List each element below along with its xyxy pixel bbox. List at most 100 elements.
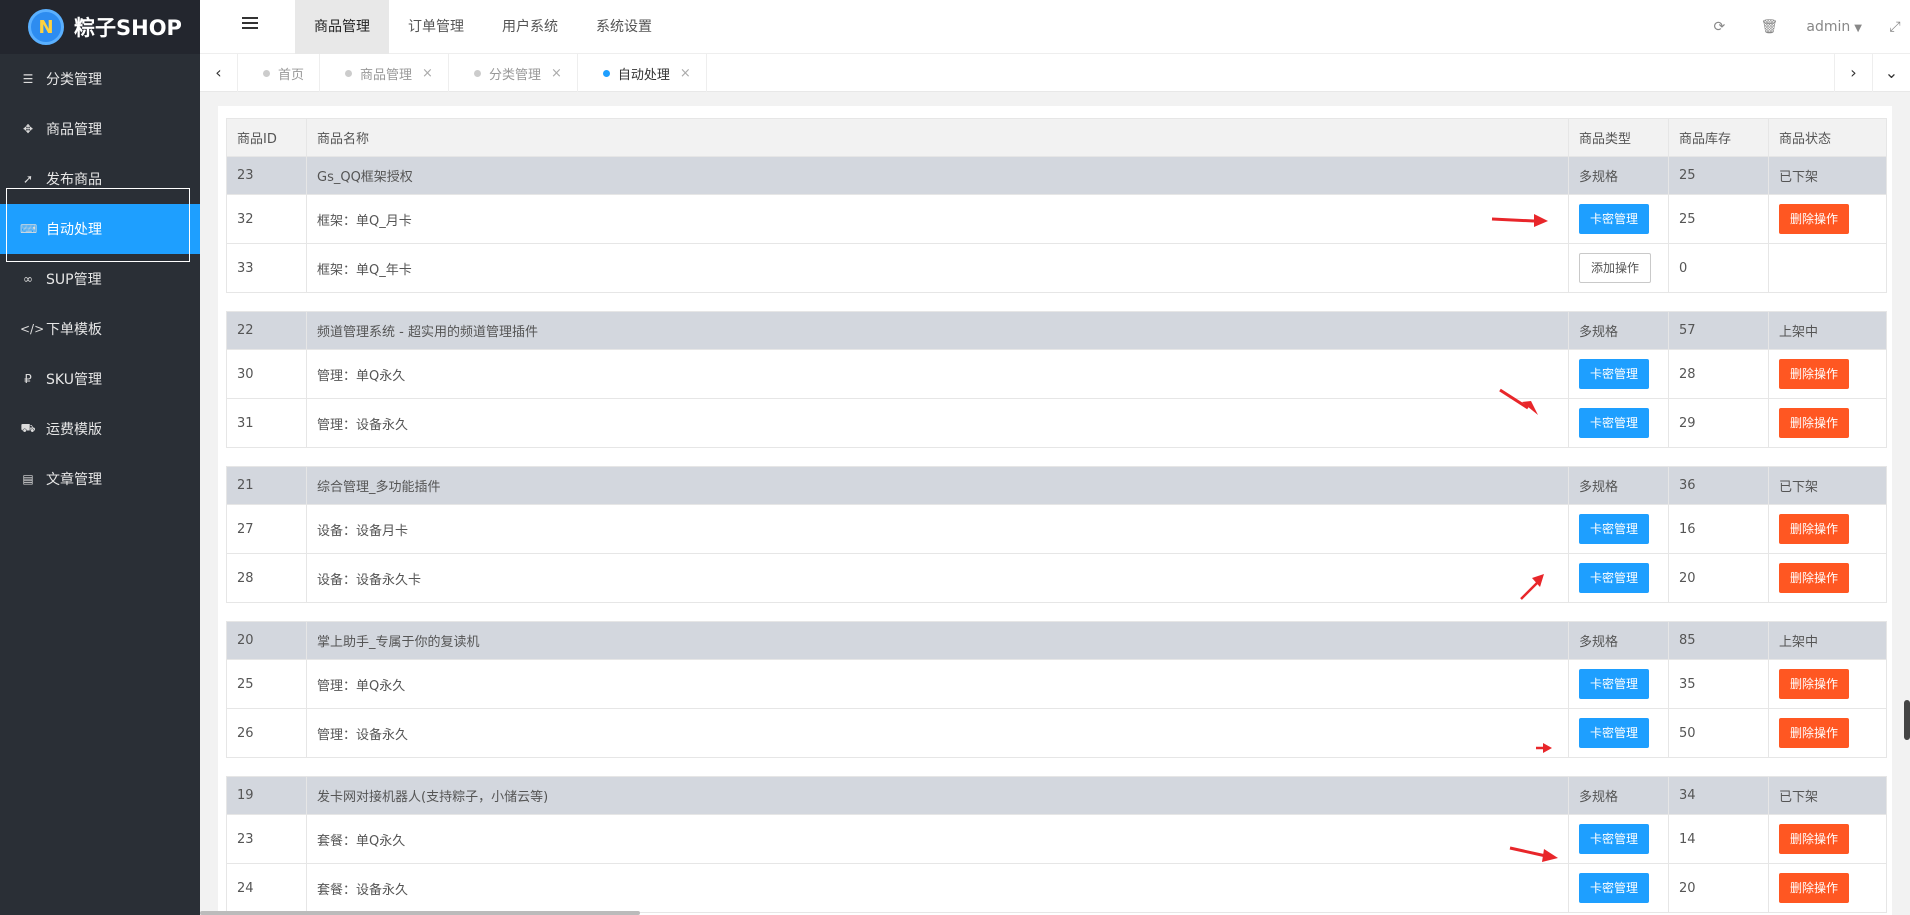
- column-header: 商品名称: [306, 118, 1569, 157]
- tabs-scroll-left-icon[interactable]: ‹: [200, 54, 238, 92]
- sidebar-item-6[interactable]: ₽ SKU管理: [0, 354, 200, 404]
- spacer-cell: [1568, 447, 1669, 467]
- sku-row: 30 管理：单Q永久 卡密管理 28 删除操作: [226, 349, 1887, 399]
- delete-button[interactable]: 删除操作: [1779, 873, 1850, 903]
- refresh-icon[interactable]: ⟳: [1694, 19, 1744, 35]
- delete-button[interactable]: 删除操作: [1779, 204, 1850, 234]
- spacer-cell: [306, 602, 1569, 622]
- annotation-arrow-icon: [1491, 214, 1548, 227]
- sku-name: 管理：设备永久: [306, 398, 1569, 448]
- product-type: 多规格: [1568, 311, 1669, 350]
- card-manage-button[interactable]: 卡密管理: [1579, 669, 1650, 699]
- vertical-scrollbar[interactable]: [1904, 700, 1910, 740]
- delete-button[interactable]: 删除操作: [1779, 359, 1850, 389]
- sidebar-item-1[interactable]: ✥ 商品管理: [0, 104, 200, 154]
- product-name: Gs_QQ框架授权: [306, 156, 1569, 195]
- sidebar-item-5[interactable]: </> 下单模板: [0, 304, 200, 354]
- card-manage-button[interactable]: 卡密管理: [1579, 563, 1650, 593]
- page-tab-2[interactable]: 分类管理 ×: [449, 54, 578, 92]
- logo[interactable]: N 粽子SHOP: [0, 0, 200, 54]
- product-type: 多规格: [1568, 776, 1669, 815]
- sidebar-item-0[interactable]: ☰ 分类管理: [0, 54, 200, 104]
- sidebar-item-3[interactable]: ⌨ 自动处理: [0, 204, 200, 254]
- tabs-menu-icon[interactable]: ⌄: [1872, 54, 1910, 92]
- close-icon[interactable]: ×: [422, 66, 433, 81]
- tab-dot-icon: [473, 69, 481, 77]
- top-tab-0[interactable]: 商品管理: [295, 0, 389, 54]
- sku-op-cell: [1768, 243, 1887, 293]
- close-icon[interactable]: ×: [551, 66, 562, 81]
- card-manage-button[interactable]: 卡密管理: [1579, 204, 1650, 234]
- card-manage-button[interactable]: 卡密管理: [1579, 824, 1650, 854]
- product-id: 22: [226, 311, 307, 350]
- tab-dot-icon: [345, 69, 353, 77]
- horizontal-scrollbar[interactable]: [200, 911, 640, 915]
- keyboard-icon: ⌨: [20, 222, 38, 236]
- sidebar-item-7[interactable]: ⛟ 运费模版: [0, 404, 200, 454]
- table-header-row: 商品ID 商品名称 商品类型 商品库存 商品状态: [226, 118, 1887, 157]
- product-id: 19: [226, 776, 307, 815]
- page-tab-1[interactable]: 商品管理 ×: [320, 54, 449, 92]
- sidebar-item-4[interactable]: ∞ SUP管理: [0, 254, 200, 304]
- column-header: 商品状态: [1768, 118, 1887, 157]
- card-manage-button[interactable]: 卡密管理: [1579, 718, 1650, 748]
- page-tab-label: 商品管理: [360, 67, 413, 83]
- sku-id: 26: [226, 708, 307, 758]
- sidebar-menu: ☰ 分类管理 ✥ 商品管理 ➚ 发布商品 ⌨ 自动处理 ∞ SUP管理 </> 下单模板 ₽ SKU管理 ⛟…: [0, 54, 200, 504]
- user-menu[interactable]: admin ▼: [1794, 19, 1880, 35]
- list-icon: ☰: [22, 72, 34, 86]
- truck-icon: ⛟: [20, 421, 36, 435]
- sku-id: 27: [226, 504, 307, 554]
- product-stock: 36: [1668, 466, 1769, 505]
- sidebar-item-label: SKU管理: [46, 372, 102, 388]
- sku-stock: 28: [1668, 349, 1769, 399]
- sidebar-item-2[interactable]: ➚ 发布商品: [0, 154, 200, 204]
- tab-dot-icon: [263, 69, 270, 77]
- delete-button[interactable]: 删除操作: [1779, 563, 1850, 593]
- top-tab-2[interactable]: 用户系统: [483, 0, 577, 54]
- delete-button[interactable]: 删除操作: [1779, 408, 1850, 438]
- sku-row: 31 管理：设备永久 卡密管理 29 删除操作: [226, 398, 1887, 448]
- fullscreen-icon[interactable]: ⤢: [1880, 19, 1910, 35]
- sku-action-cell: 卡密管理: [1568, 863, 1669, 913]
- top-header: 商品管理 订单管理 用户系统 系统设置 ⟳ 🗑 admin ▼ ⤢: [200, 0, 1910, 54]
- delete-button[interactable]: 删除操作: [1779, 669, 1850, 699]
- spacer-cell: [226, 602, 307, 622]
- menu-toggle-icon[interactable]: [242, 17, 258, 31]
- card-manage-button[interactable]: 卡密管理: [1579, 873, 1650, 903]
- card-manage-button[interactable]: 卡密管理: [1579, 408, 1650, 438]
- spacer-cell: [1768, 602, 1887, 622]
- sku-row: 33 框架：单Q_年卡 添加操作 0: [226, 243, 1887, 293]
- product-type: 多规格: [1568, 621, 1669, 660]
- product-name: 发卡网对接机器人(支持粽子，小储云等): [306, 776, 1569, 815]
- page-tab-0[interactable]: 首页: [238, 54, 321, 92]
- sku-name: 设备：设备永久卡: [306, 553, 1569, 603]
- add-action-button[interactable]: 添加操作: [1579, 253, 1652, 283]
- sku-id: 28: [226, 553, 307, 603]
- product-stock: 25: [1668, 156, 1769, 195]
- delete-button[interactable]: 删除操作: [1779, 718, 1850, 748]
- product-group-row: 20 掌上助手_专属于你的复读机 多规格 85 上架中: [226, 621, 1887, 660]
- sku-action-cell: 卡密管理: [1568, 553, 1669, 603]
- delete-button[interactable]: 删除操作: [1779, 514, 1850, 544]
- trash-icon[interactable]: 🗑: [1744, 19, 1794, 35]
- sku-op-cell: 删除操作: [1768, 659, 1887, 709]
- column-header: 商品库存: [1668, 118, 1769, 157]
- card-manage-button[interactable]: 卡密管理: [1579, 514, 1650, 544]
- page-tab-3[interactable]: 自动处理 ×: [578, 54, 707, 92]
- close-icon[interactable]: ×: [680, 66, 691, 81]
- top-tab-1[interactable]: 订单管理: [389, 0, 483, 54]
- delete-button[interactable]: 删除操作: [1779, 824, 1850, 854]
- sku-id: 25: [226, 659, 307, 709]
- sku-id: 23: [226, 814, 307, 864]
- sidebar: N 粽子SHOP ☰ 分类管理 ✥ 商品管理 ➚ 发布商品 ⌨ 自动处理 ∞ SUP管理 </> 下单…: [0, 0, 200, 915]
- card-manage-button[interactable]: 卡密管理: [1579, 359, 1650, 389]
- tabs-scroll-right-icon[interactable]: ›: [1834, 54, 1872, 92]
- column-header: 商品ID: [226, 118, 307, 157]
- move-icon: ✥: [22, 122, 34, 136]
- top-tab-3[interactable]: 系统设置: [577, 0, 671, 54]
- sidebar-item-8[interactable]: ▤ 文章管理: [0, 454, 200, 504]
- sku-row: 24 套餐：设备永久 卡密管理 20 删除操作: [226, 863, 1887, 913]
- sku-op-cell: 删除操作: [1768, 194, 1887, 244]
- sku-action-cell: 卡密管理: [1568, 349, 1669, 399]
